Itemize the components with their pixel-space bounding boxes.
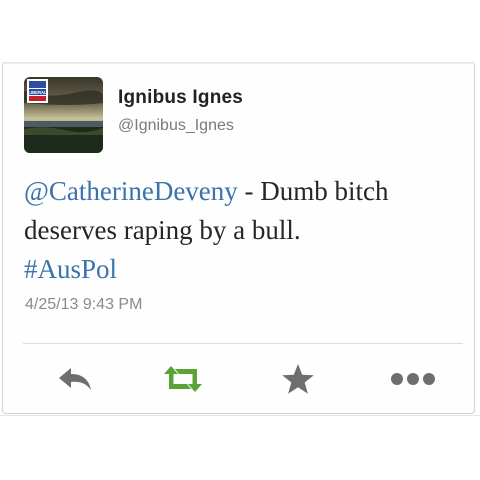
liberal-logo-text: LIBERAL <box>28 90 47 95</box>
tweet-card: LIBERAL Ignibus Ignes @Ignibus_Ignes @Ca… <box>2 64 475 414</box>
divider <box>23 343 463 344</box>
more-icon <box>391 373 435 385</box>
favorite-button[interactable] <box>275 362 321 396</box>
timestamp: 4/25/13 9:43 PM <box>25 296 143 313</box>
reply-icon <box>59 368 91 390</box>
display-name[interactable]: Ignibus Ignes <box>118 87 243 109</box>
retweet-icon <box>164 366 202 392</box>
bottom-separator <box>0 415 480 416</box>
star-icon <box>282 364 314 394</box>
reply-button[interactable] <box>52 362 98 396</box>
hashtag-link[interactable]: #AusPol <box>24 254 117 284</box>
more-button[interactable] <box>388 362 438 396</box>
avatar-image: LIBERAL <box>24 77 103 153</box>
avatar[interactable]: LIBERAL <box>24 77 103 153</box>
user-handle[interactable]: @Ignibus_Ignes <box>118 117 234 135</box>
mention-link[interactable]: @CatherineDeveny <box>24 176 238 206</box>
liberal-logo: LIBERAL <box>27 79 48 103</box>
retweet-button[interactable] <box>160 362 206 396</box>
tweet-text: @CatherineDeveny - Dumb bitch deserves r… <box>24 172 464 289</box>
